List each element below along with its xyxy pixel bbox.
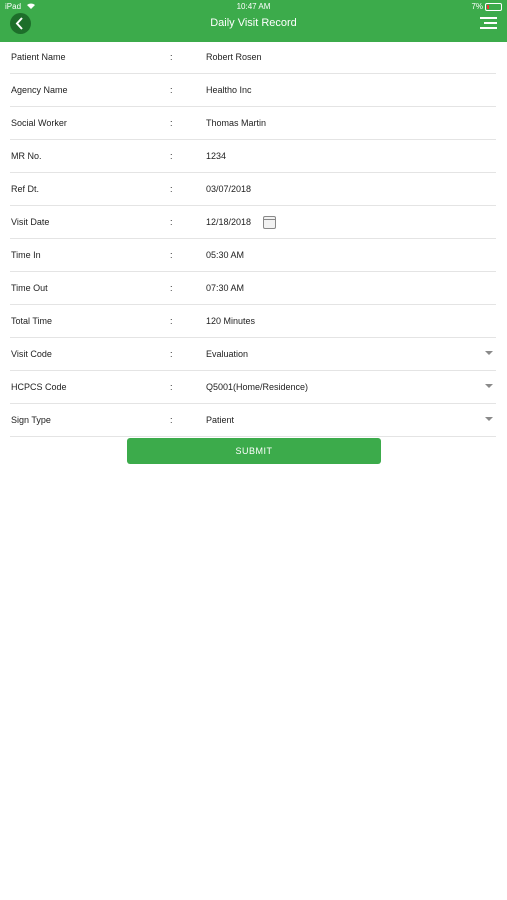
field-label: Agency Name	[11, 85, 68, 95]
chevron-down-icon[interactable]	[485, 417, 493, 421]
field-value: Healtho Inc	[206, 85, 252, 95]
sign-type-select[interactable]: Patient	[206, 415, 234, 425]
field-label: Social Worker	[11, 118, 67, 128]
separator: :	[170, 151, 173, 161]
separator: :	[170, 217, 173, 227]
separator: :	[170, 415, 173, 425]
separator: :	[170, 349, 173, 359]
field-value: 07:30 AM	[206, 283, 245, 293]
field-ref-date: Ref Dt. : 03/07/2018	[10, 173, 496, 206]
field-social-worker: Social Worker : Thomas Martin	[10, 107, 496, 140]
separator: :	[170, 52, 173, 62]
calendar-icon[interactable]	[263, 216, 276, 229]
field-label: Visit Code	[11, 349, 52, 359]
hcpcs-code-select[interactable]: Q5001(Home/Residence)	[206, 382, 308, 392]
status-time: 10:47 AM	[236, 2, 271, 11]
field-label: Time Out	[11, 283, 48, 293]
page-title: Daily Visit Record	[210, 17, 297, 29]
field-value: 03/07/2018	[206, 184, 252, 194]
separator: :	[170, 283, 173, 293]
field-value: 120 Minutes	[206, 316, 256, 326]
field-total-time: Total Time : 120 Minutes	[10, 305, 496, 338]
field-value: Thomas Martin	[206, 118, 267, 128]
visit-date-input[interactable]: 12/18/2018	[206, 217, 251, 227]
field-value: 05:30 AM	[206, 250, 245, 260]
separator: :	[170, 85, 173, 95]
visit-form: Patient Name : Robert Rosen Agency Name …	[10, 41, 496, 437]
field-time-in: Time In : 05:30 AM	[10, 239, 496, 272]
chevron-down-icon[interactable]	[485, 351, 493, 355]
field-time-out: Time Out : 07:30 AM	[10, 272, 496, 305]
app-header: iPad 10:47 AM 7% Daily Visit Record	[0, 0, 507, 42]
field-value: Robert Rosen	[206, 52, 262, 62]
field-label: Total Time	[11, 316, 53, 326]
field-value: 1234	[206, 151, 227, 161]
field-visit-date[interactable]: Visit Date : 12/18/2018	[10, 206, 496, 239]
field-label: Sign Type	[11, 415, 51, 425]
separator: :	[170, 316, 173, 326]
chevron-down-icon[interactable]	[485, 384, 493, 388]
field-patient-name: Patient Name : Robert Rosen	[10, 41, 496, 74]
field-sign-type[interactable]: Sign Type : Patient	[10, 404, 496, 437]
battery-icon	[485, 3, 502, 11]
field-agency-name: Agency Name : Healtho Inc	[10, 74, 496, 107]
field-label: MR No.	[11, 151, 42, 161]
submit-button[interactable]: SUBMIT	[127, 438, 381, 464]
battery-percent: 7%	[471, 2, 483, 11]
field-label: Time In	[11, 250, 41, 260]
field-hcpcs-code[interactable]: HCPCS Code : Q5001(Home/Residence)	[10, 371, 496, 404]
field-label: Visit Date	[11, 217, 50, 227]
field-label: Ref Dt.	[11, 184, 40, 194]
separator: :	[170, 184, 173, 194]
hamburger-menu-icon[interactable]	[480, 17, 497, 30]
separator: :	[170, 118, 173, 128]
field-visit-code[interactable]: Visit Code : Evaluation	[10, 338, 496, 371]
field-label: Patient Name	[11, 52, 66, 62]
status-bar: iPad 10:47 AM 7%	[0, 2, 507, 12]
separator: :	[170, 250, 173, 260]
field-mr-no: MR No. : 1234	[10, 140, 496, 173]
separator: :	[170, 382, 173, 392]
visit-code-select[interactable]: Evaluation	[206, 349, 248, 359]
field-label: HCPCS Code	[11, 382, 67, 392]
